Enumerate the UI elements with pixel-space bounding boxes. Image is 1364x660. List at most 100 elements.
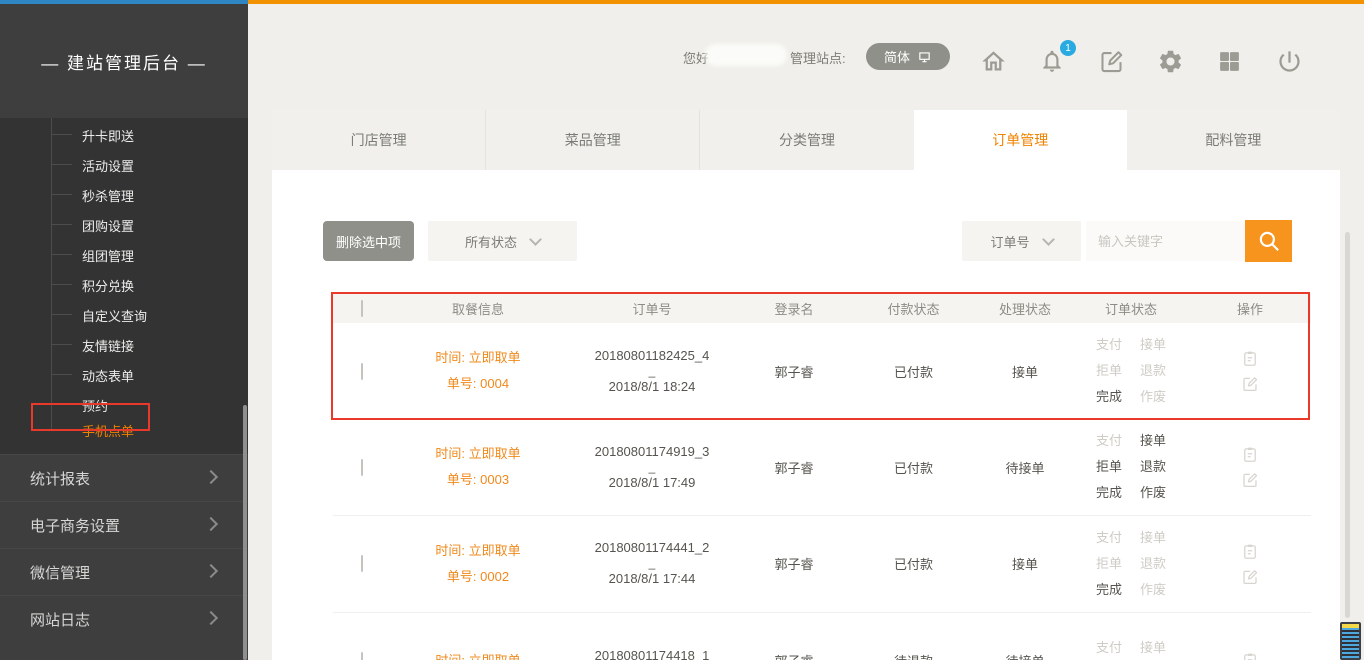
action-pay[interactable]: 支付 <box>1096 635 1122 660</box>
select-all-checkbox[interactable] <box>361 300 363 317</box>
action-refund[interactable]: 退款 <box>1140 454 1166 480</box>
col-process-status: 处理状态 <box>977 299 1073 318</box>
pay-status: 待退款 <box>850 651 977 660</box>
action-complete[interactable]: 完成 <box>1096 384 1122 410</box>
row-checkbox[interactable] <box>361 363 363 380</box>
edit-order-icon[interactable] <box>1241 471 1259 489</box>
col-login-name: 登录名 <box>738 299 850 318</box>
action-reject[interactable]: 拒单 <box>1096 358 1122 384</box>
action-void[interactable]: 作废 <box>1140 480 1166 506</box>
action-refund[interactable]: 退款 <box>1140 358 1166 384</box>
sidebar-item-label: 友情链接 <box>82 336 134 355</box>
table-row: 时间: 立即取单 单号: 0003 20180801174919_3 _ 201… <box>333 419 1311 515</box>
clipboard-detail-icon[interactable] <box>1241 349 1259 368</box>
clipboard-detail-icon[interactable] <box>1241 651 1259 660</box>
settings-gear-icon[interactable] <box>1153 44 1187 78</box>
edit-order-icon[interactable] <box>1241 568 1259 586</box>
power-logout-icon[interactable] <box>1272 44 1306 78</box>
tab-store-manage[interactable]: 门店管理 <box>272 110 485 170</box>
tab-ingredient-manage[interactable]: 配料管理 <box>1127 110 1340 170</box>
tree-tick <box>51 254 72 255</box>
order-no-wrap: _ <box>566 463 738 472</box>
action-accept[interactable]: 接单 <box>1140 635 1166 660</box>
action-complete[interactable]: 完成 <box>1096 577 1122 603</box>
action-pay[interactable]: 支付 <box>1096 332 1122 358</box>
order-status-actions: 支付 接单 拒单 退款 完成 作废 <box>1073 332 1189 410</box>
tab-label: 分类管理 <box>779 130 835 150</box>
action-reject[interactable]: 拒单 <box>1096 454 1122 480</box>
edit-compose-icon[interactable] <box>1094 44 1128 78</box>
operations <box>1189 349 1311 393</box>
sidebar-section-statistics[interactable]: 统计报表 <box>0 454 248 501</box>
operations <box>1189 651 1311 660</box>
clipboard-detail-icon[interactable] <box>1241 542 1259 561</box>
tab-category-manage[interactable]: 分类管理 <box>699 110 913 170</box>
sidebar-item-label: 团购设置 <box>82 216 134 235</box>
sidebar-scrollbar[interactable] <box>243 405 247 660</box>
apps-grid-icon[interactable] <box>1212 44 1246 78</box>
sidebar-item-dynamic-forms[interactable]: 动态表单 <box>0 360 248 390</box>
header-select-all <box>333 301 390 316</box>
operations <box>1189 445 1311 489</box>
login-name: 郭子睿 <box>738 651 850 660</box>
sidebar-item-custom-query[interactable]: 自定义查询 <box>0 300 248 330</box>
tab-label: 配料管理 <box>1205 130 1261 150</box>
action-accept[interactable]: 接单 <box>1140 332 1166 358</box>
site-label: 管理站点: <box>790 48 846 67</box>
search-input[interactable] <box>1086 221 1245 261</box>
page-scrollbar[interactable] <box>1345 232 1350 618</box>
sidebar-item-activity-settings[interactable]: 活动设置 <box>0 150 248 180</box>
sidebar-item-flash-sale[interactable]: 秒杀管理 <box>0 180 248 210</box>
sidebar-item-group-buy[interactable]: 团购设置 <box>0 210 248 240</box>
action-refund[interactable]: 退款 <box>1140 551 1166 577</box>
col-order-no: 订单号 <box>566 299 738 318</box>
delete-selected-button[interactable]: 删除选中项 <box>323 221 414 261</box>
row-checkbox[interactable] <box>361 652 363 660</box>
order-status-actions: 支付 接单 拒单 退款 完成 作废 <box>1073 428 1189 506</box>
action-pay[interactable]: 支付 <box>1096 428 1122 454</box>
search-field-select[interactable]: 订单号 <box>962 221 1081 261</box>
action-complete[interactable]: 完成 <box>1096 480 1122 506</box>
order-status-actions: 支付 接单 拒单 退款 完成 作废 <box>1073 525 1189 603</box>
pickup-info: 时间: 立即取单 单号: 0003 <box>390 441 566 493</box>
sidebar-item-friend-links[interactable]: 友情链接 <box>0 330 248 360</box>
row-checkbox[interactable] <box>361 555 363 572</box>
tree-tick <box>51 429 72 430</box>
pickup-info: 时间: 立即取单 单号: 0004 <box>390 345 566 397</box>
notifications-bell-icon[interactable]: 1 <box>1035 44 1069 78</box>
order-number: 20180801174919_3 _ 2018/8/1 17:49 <box>566 441 738 494</box>
sidebar-item-label: 预约 <box>82 396 108 415</box>
search-icon <box>1256 228 1282 254</box>
col-pickup-info: 取餐信息 <box>390 299 566 318</box>
action-pay[interactable]: 支付 <box>1096 525 1122 551</box>
sidebar-sections: 统计报表 电子商务设置 微信管理 网站日志 <box>0 454 248 660</box>
tab-order-manage[interactable]: 订单管理 <box>914 110 1127 170</box>
tree-tick <box>51 404 72 405</box>
tab-dish-manage[interactable]: 菜品管理 <box>485 110 699 170</box>
status-filter-select[interactable]: 所有状态 <box>428 221 577 261</box>
action-void[interactable]: 作废 <box>1140 384 1166 410</box>
sidebar-section-wechat[interactable]: 微信管理 <box>0 548 248 595</box>
sidebar-item-card-gift[interactable]: 升卡即送 <box>0 120 248 150</box>
action-accept[interactable]: 接单 <box>1140 428 1166 454</box>
sidebar-item-mobile-ordering[interactable]: 手机点单 <box>0 415 248 445</box>
home-icon[interactable] <box>976 44 1010 78</box>
clipboard-detail-icon[interactable] <box>1241 445 1259 464</box>
action-accept[interactable]: 接单 <box>1140 525 1166 551</box>
search-button[interactable] <box>1245 220 1292 262</box>
sidebar-item-points-exchange[interactable]: 积分兑换 <box>0 270 248 300</box>
sidebar-section-ecommerce[interactable]: 电子商务设置 <box>0 501 248 548</box>
col-operations: 操作 <box>1189 299 1311 318</box>
app-logo: — 建站管理后台 — <box>0 4 248 118</box>
row-checkbox[interactable] <box>361 459 363 476</box>
action-reject[interactable]: 拒单 <box>1096 551 1122 577</box>
tree-tick <box>51 194 72 195</box>
sidebar-section-site-log[interactable]: 网站日志 <box>0 595 248 642</box>
language-site-button[interactable]: 简体 <box>866 43 950 70</box>
pickup-ticket: 单号: 0004 <box>390 371 566 397</box>
edit-order-icon[interactable] <box>1241 375 1259 393</box>
action-void[interactable]: 作废 <box>1140 577 1166 603</box>
sidebar-item-team-manage[interactable]: 组团管理 <box>0 240 248 270</box>
main-header: 您好 管理站点: 简体 1 <box>248 4 1364 110</box>
floating-widget[interactable] <box>1340 622 1361 660</box>
